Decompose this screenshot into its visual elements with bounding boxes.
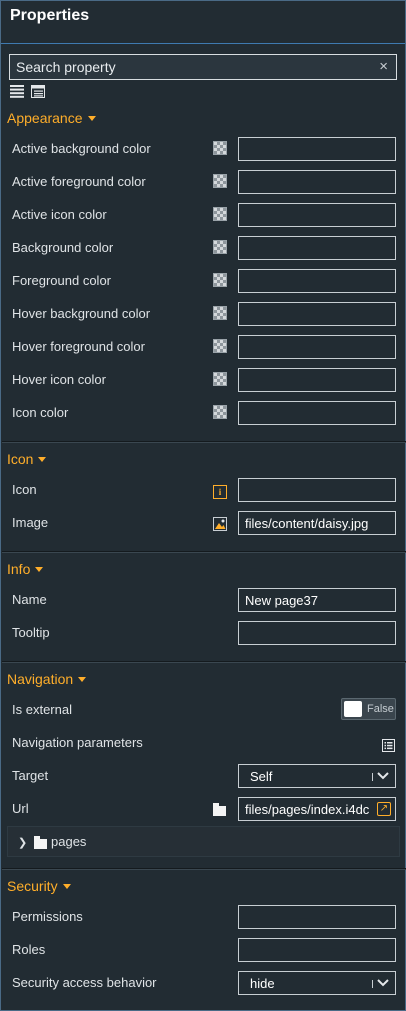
list-view-icon[interactable]: [10, 85, 24, 98]
label-active-foreground-color: Active foreground color: [12, 174, 146, 189]
security-access-behavior-select[interactable]: hide: [238, 971, 396, 995]
color-picker-icon[interactable]: [213, 339, 227, 353]
url-field[interactable]: files/pages/index.i4dc ↗: [238, 797, 396, 821]
active-foreground-color-field[interactable]: [238, 170, 396, 194]
color-picker-icon[interactable]: [213, 174, 227, 188]
section-security-header[interactable]: Security: [7, 878, 71, 894]
caret-down-icon: [62, 883, 71, 889]
hover-foreground-color-field[interactable]: [238, 335, 396, 359]
label-navigation-parameters: Navigation parameters: [12, 735, 143, 750]
section-appearance-header[interactable]: Appearance: [7, 110, 96, 126]
label-background-color: Background color: [12, 240, 114, 255]
folder-icon[interactable]: [213, 803, 226, 816]
folder-icon: [34, 836, 47, 849]
clear-search-icon[interactable]: ×: [379, 58, 388, 76]
open-link-icon[interactable]: ↗: [377, 802, 391, 816]
icon-field[interactable]: [238, 478, 396, 502]
color-picker-icon[interactable]: [213, 240, 227, 254]
tree-node-label[interactable]: pages: [51, 834, 86, 849]
label-hover-background-color: Hover background color: [12, 306, 151, 321]
color-picker-icon[interactable]: [213, 405, 227, 419]
icon-picker-icon[interactable]: i: [213, 485, 227, 499]
section-divider: [2, 869, 406, 870]
chevron-down-icon: [377, 979, 389, 987]
pages-tree: ❯ pages: [7, 826, 400, 857]
chevron-down-icon: [377, 772, 389, 780]
label-foreground-color: Foreground color: [12, 273, 111, 288]
section-icon-header[interactable]: Icon: [7, 451, 47, 467]
categorized-view-icon[interactable]: [31, 85, 45, 98]
color-picker-icon[interactable]: [213, 306, 227, 320]
section-divider: [2, 662, 406, 663]
label-hover-icon-color: Hover icon color: [12, 372, 106, 387]
label-active-background-color: Active background color: [12, 141, 151, 156]
roles-field[interactable]: [238, 938, 396, 962]
target-select-value: Self: [250, 769, 273, 784]
color-picker-icon[interactable]: [213, 207, 227, 221]
label-roles: Roles: [12, 942, 46, 957]
foreground-color-field[interactable]: [238, 269, 396, 293]
label-target: Target: [12, 768, 49, 783]
image-picker-icon[interactable]: [213, 517, 227, 531]
parameters-list-icon[interactable]: [382, 739, 395, 752]
label-is-external: Is external: [12, 702, 72, 717]
image-field[interactable]: files/content/daisy.jpg: [238, 511, 396, 535]
label-active-icon-color: Active icon color: [12, 207, 107, 222]
label-url: Url: [12, 801, 29, 816]
url-value: files/pages/index.i4dc: [245, 802, 370, 817]
search-box: ×: [9, 54, 397, 80]
hover-icon-color-field[interactable]: [238, 368, 396, 392]
caret-down-icon: [35, 566, 44, 572]
permissions-field[interactable]: [238, 905, 396, 929]
select-divider: [372, 773, 373, 781]
section-navigation-header[interactable]: Navigation: [7, 671, 87, 687]
is-external-toggle[interactable]: False: [341, 698, 396, 720]
name-field[interactable]: New page37: [238, 588, 396, 612]
expand-chevron-icon[interactable]: ❯: [18, 836, 27, 849]
active-background-color-field[interactable]: [238, 137, 396, 161]
section-appearance-title: Appearance: [7, 110, 83, 126]
label-hover-foreground-color: Hover foreground color: [12, 339, 145, 354]
caret-down-icon: [38, 456, 47, 462]
panel-title: Properties: [10, 7, 90, 24]
tooltip-field[interactable]: [238, 621, 396, 645]
icon-color-field[interactable]: [238, 401, 396, 425]
hover-background-color-field[interactable]: [238, 302, 396, 326]
properties-panel: Properties × Appearance Active backgroun…: [0, 0, 406, 1011]
label-tooltip: Tooltip: [12, 625, 50, 640]
title-bar: Properties: [1, 1, 405, 44]
security-access-behavior-value: hide: [250, 976, 275, 991]
section-divider: [2, 552, 406, 553]
caret-down-icon: [78, 676, 87, 682]
target-select[interactable]: Self: [238, 764, 396, 788]
section-info-header[interactable]: Info: [7, 561, 44, 577]
color-picker-icon[interactable]: [213, 372, 227, 386]
color-picker-icon[interactable]: [213, 273, 227, 287]
section-info-title: Info: [7, 561, 31, 577]
label-icon: Icon: [12, 482, 37, 497]
section-security-title: Security: [7, 878, 58, 894]
active-icon-color-field[interactable]: [238, 203, 396, 227]
label-security-access-behavior: Security access behavior: [12, 975, 157, 990]
caret-down-icon: [87, 115, 96, 121]
section-icon-title: Icon: [7, 451, 34, 467]
label-image: Image: [12, 515, 49, 530]
label-permissions: Permissions: [12, 909, 83, 924]
search-input[interactable]: [16, 58, 366, 76]
toggle-knob: [344, 701, 362, 717]
toggle-state-label: False: [367, 703, 394, 715]
section-divider: [2, 442, 406, 443]
label-name: Name: [12, 592, 47, 607]
label-icon-color: Icon color: [12, 405, 69, 420]
color-picker-icon[interactable]: [213, 141, 227, 155]
background-color-field[interactable]: [238, 236, 396, 260]
section-navigation-title: Navigation: [7, 671, 74, 687]
select-divider: [372, 980, 373, 988]
